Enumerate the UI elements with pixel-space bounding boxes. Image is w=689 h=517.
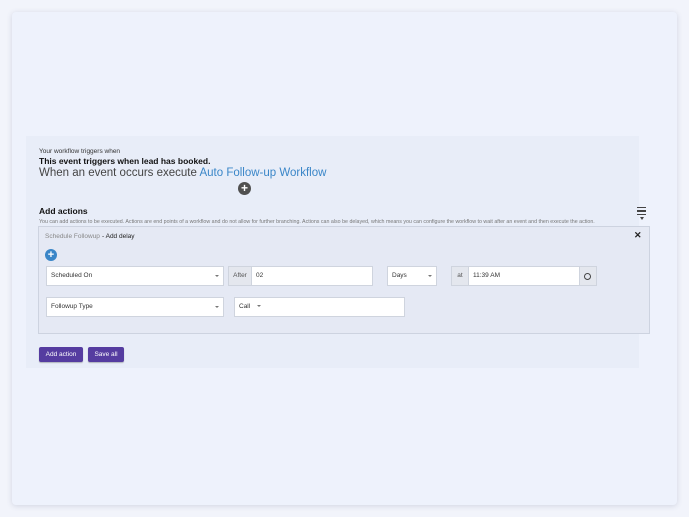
method-select-value: Call xyxy=(239,303,251,310)
trigger-description: This event triggers when lead has booked… xyxy=(39,156,211,166)
add-step-icon[interactable]: + xyxy=(45,249,57,261)
add-trigger-icon[interactable]: + xyxy=(238,182,251,195)
chevron-down-icon xyxy=(428,275,432,277)
clock-button[interactable] xyxy=(579,266,597,286)
unit-select-value: Days xyxy=(392,272,407,279)
workflow-heading: When an event occurs execute Auto Follow… xyxy=(39,167,326,179)
add-delay-link[interactable]: - Add delay xyxy=(102,233,135,240)
chevron-down-icon xyxy=(215,306,219,308)
schedule-select-value: Scheduled On xyxy=(51,272,93,279)
trigger-label: Your workflow triggers when xyxy=(39,148,121,155)
add-action-button[interactable]: Add action xyxy=(39,347,83,362)
close-icon[interactable]: ✕ xyxy=(634,230,642,241)
workflow-heading-prefix: When an event occurs execute xyxy=(39,167,197,179)
method-select[interactable]: Call xyxy=(234,297,405,317)
at-addon: at xyxy=(451,266,469,286)
time-input[interactable]: 11:39 AM xyxy=(468,266,580,286)
clock-icon xyxy=(584,273,591,280)
save-all-button[interactable]: Save all xyxy=(88,347,124,362)
workflow-name: Auto Follow-up Workflow xyxy=(199,167,327,179)
chevron-down-icon xyxy=(215,275,219,277)
chevron-down-icon xyxy=(257,305,262,308)
actions-title: Add actions xyxy=(39,206,88,216)
caret-down-icon xyxy=(639,216,644,220)
actions-help-text: You can add actions to be executed. Acti… xyxy=(39,219,595,225)
menu-icon[interactable] xyxy=(637,207,646,222)
after-input[interactable]: 02 xyxy=(251,266,373,286)
followup-type-select[interactable]: Followup Type xyxy=(46,297,224,317)
schedule-select[interactable]: Scheduled On xyxy=(46,266,224,286)
followup-type-value: Followup Type xyxy=(51,303,93,310)
unit-select[interactable]: Days xyxy=(387,266,437,286)
after-addon: After xyxy=(228,266,252,286)
action-type-label: Schedule Followup xyxy=(45,233,100,240)
